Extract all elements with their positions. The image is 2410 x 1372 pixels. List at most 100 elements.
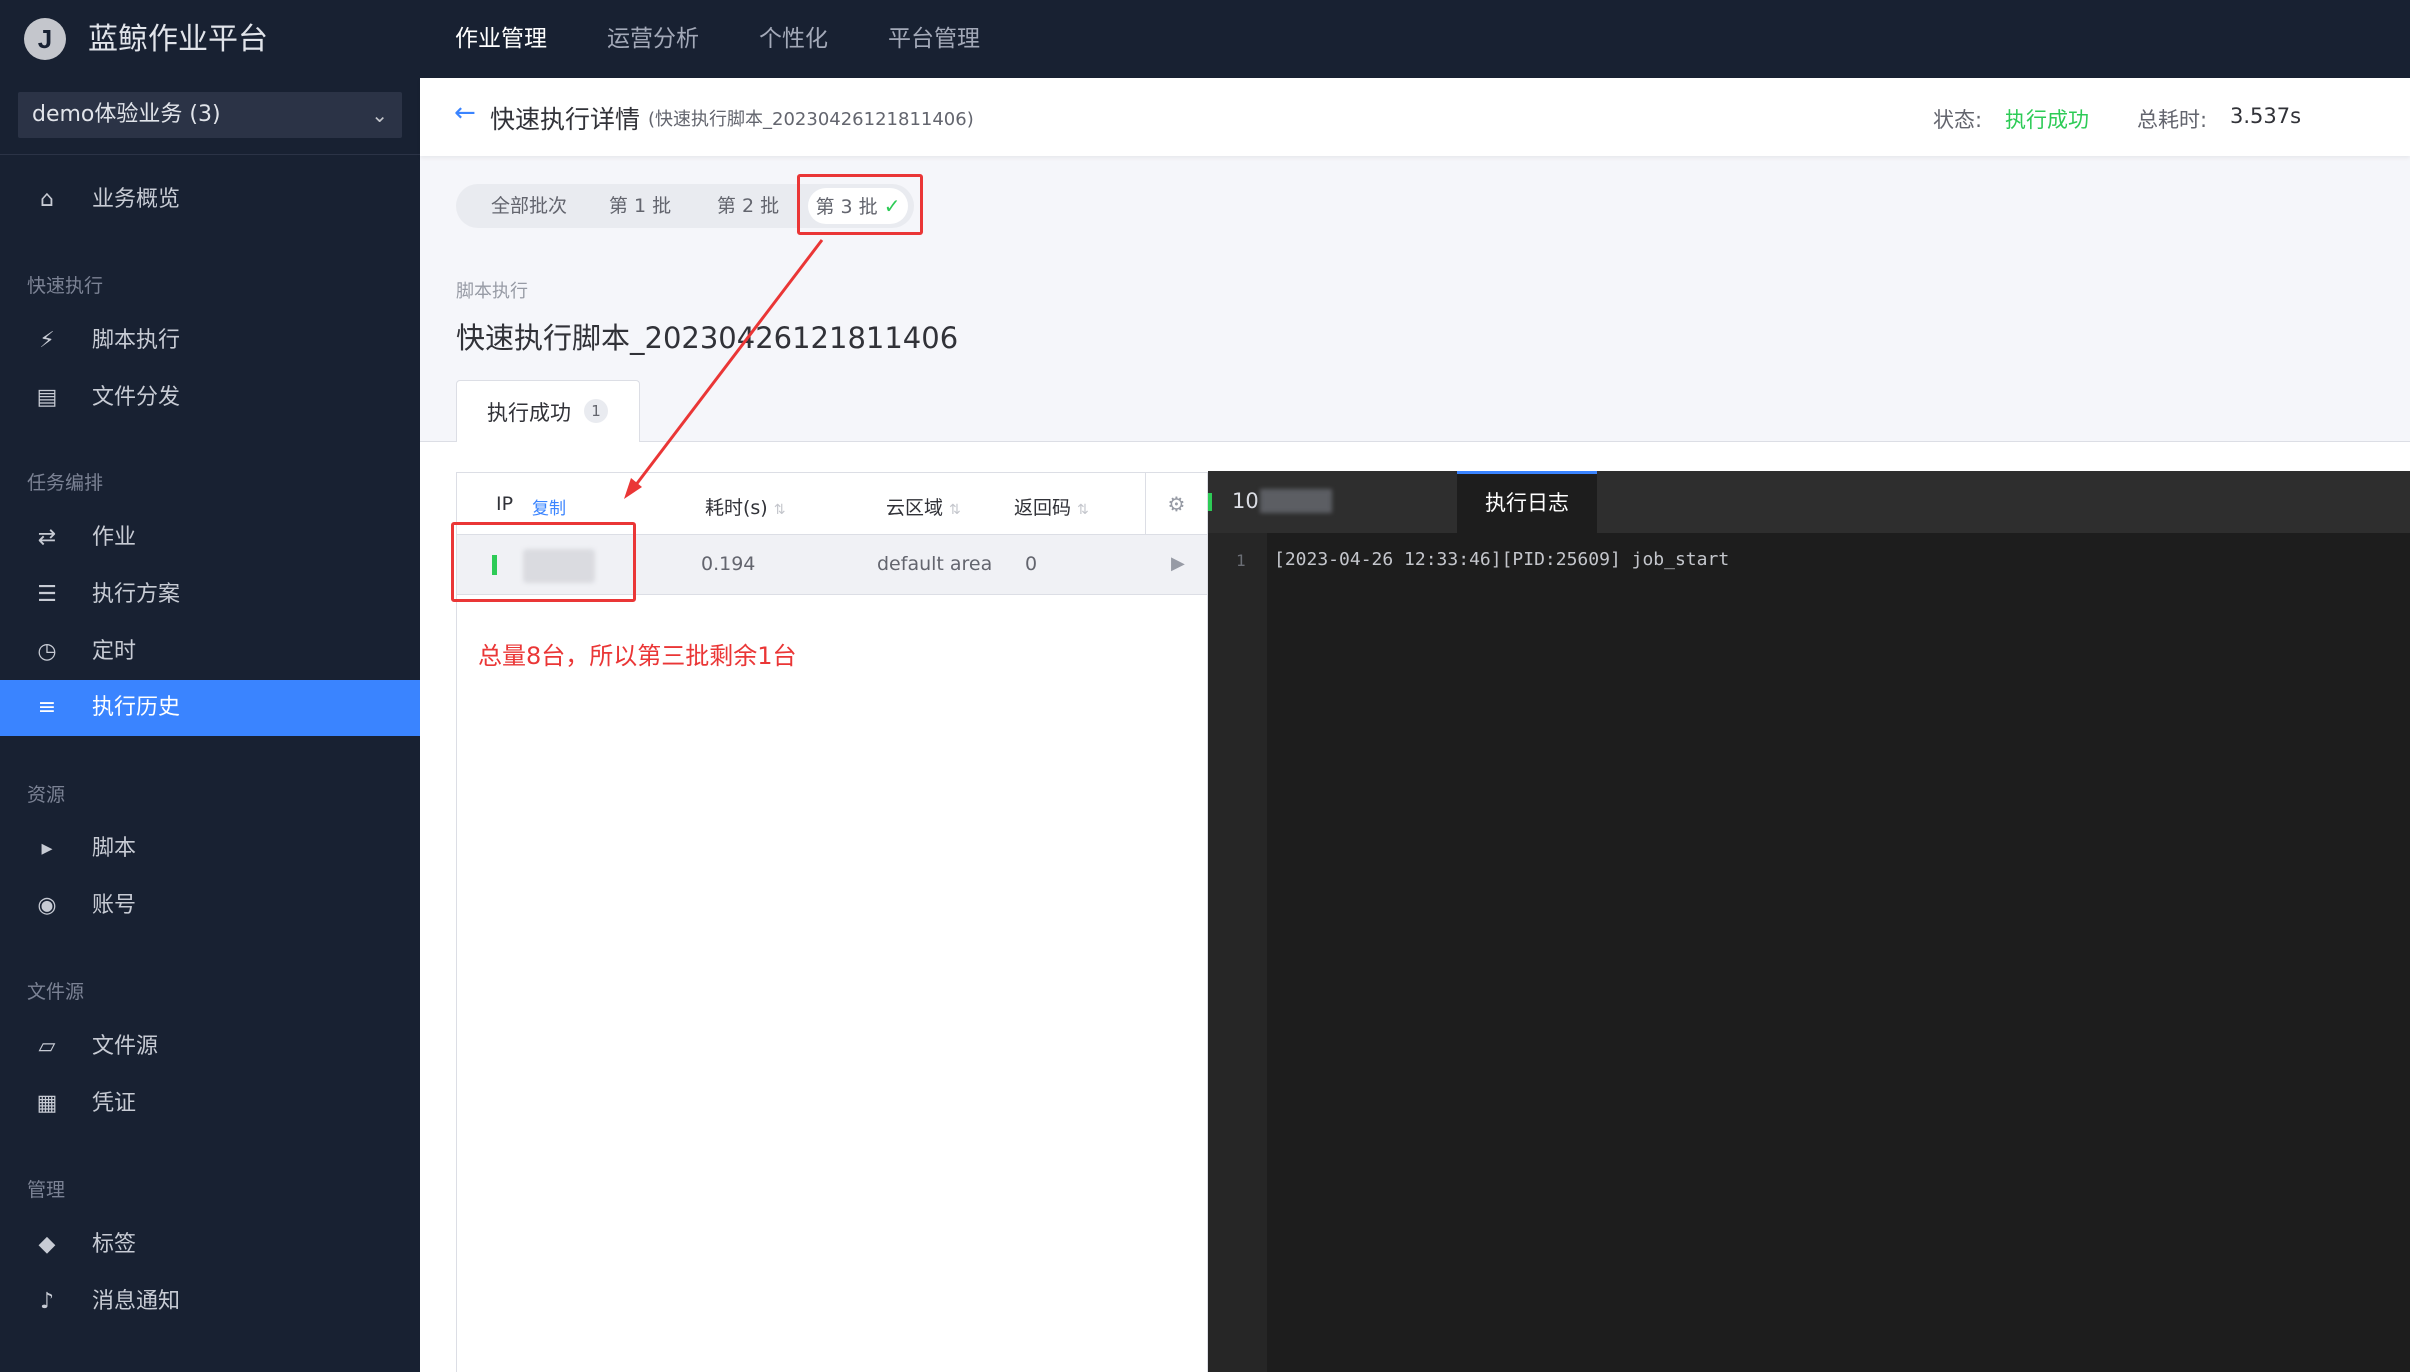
topnav-ops-analysis[interactable]: 运营分析 <box>607 0 699 78</box>
cell-code: 0 <box>1025 553 1038 575</box>
sidebar-item-tag[interactable]: ◆ 标签 <box>0 1217 420 1273</box>
total-cost-label: 总耗时: <box>2137 108 2208 132</box>
sort-icon: ⇅ <box>773 502 786 518</box>
col-cloud[interactable]: 云区域 ⇅ <box>886 493 961 520</box>
sort-icon: ⇅ <box>949 502 961 518</box>
col-cloud-label: 云区域 <box>886 497 944 519</box>
sidebar-item-label: 业务概览 <box>92 187 181 212</box>
line-gutter <box>1208 533 1267 1372</box>
sidebar-item-account[interactable]: ◉ 账号 <box>0 878 420 934</box>
col-cost-label: 耗时(s) <box>705 497 768 519</box>
business-select[interactable]: demo体验业务 (3) ⌄ <box>18 92 402 138</box>
script-name: 快速执行脚本_20230426121811406 <box>456 321 959 355</box>
top-bar: J 蓝鲸作业平台 作业管理 运营分析 个性化 平台管理 <box>0 0 2410 78</box>
back-arrow-icon[interactable]: ← <box>454 98 476 128</box>
topnav-job-manage[interactable]: 作业管理 <box>455 0 547 78</box>
plan-icon: ☰ <box>37 582 57 607</box>
top-nav: 作业管理 运营分析 个性化 平台管理 <box>455 0 1040 78</box>
sidebar-item-label: 消息通知 <box>92 1289 181 1314</box>
cell-cloud: default area <box>877 553 993 575</box>
status-label: 状态: <box>1933 108 1983 132</box>
host-table: IP 复制 耗时(s) ⇅ 云区域 ⇅ 返回码 ⇅ ⚙ 0.194 default a… <box>456 472 1208 1372</box>
sidebar-group-resource: 资源 <box>27 784 66 806</box>
sidebar-item-script-exec[interactable]: ⚡ 脚本执行 <box>0 313 420 369</box>
sidebar-item-notify[interactable]: ♪ 消息通知 <box>0 1274 420 1330</box>
history-icon: ≡ <box>37 695 57 720</box>
sidebar-item-file-source[interactable]: ▱ 文件源 <box>0 1019 420 1075</box>
sidebar-group-task: 任务编排 <box>27 472 104 494</box>
sidebar-item-cron[interactable]: ◷ 定时 <box>0 624 420 680</box>
batch-tab-all[interactable]: 全部批次 <box>476 184 582 228</box>
status-value: 执行成功 <box>2005 108 2089 132</box>
sidebar-item-label: 账号 <box>92 893 137 918</box>
sidebar-item-file-dist[interactable]: ▤ 文件分发 <box>0 370 420 426</box>
business-select-value: demo体验业务 (3) <box>32 102 221 127</box>
sidebar-item-label: 凭证 <box>92 1091 137 1116</box>
sidebar-item-history[interactable]: ≡ 执行历史 <box>0 680 420 736</box>
topnav-personalize[interactable]: 个性化 <box>759 0 828 78</box>
group-tab-count: 1 <box>584 399 608 423</box>
sidebar-item-label: 执行方案 <box>92 582 181 607</box>
topnav-platform-manage[interactable]: 平台管理 <box>888 0 980 78</box>
tag-icon: ◆ <box>38 1232 56 1257</box>
sidebar-item-label: 标签 <box>92 1232 137 1257</box>
clock-icon: ◷ <box>37 639 57 664</box>
credential-icon: ▦ <box>36 1091 58 1116</box>
bell-icon: ♪ <box>39 1289 55 1314</box>
folder-icon: ▱ <box>38 1034 56 1059</box>
col-cost[interactable]: 耗时(s) ⇅ <box>705 493 785 520</box>
sidebar-item-credential[interactable]: ▦ 凭证 <box>0 1076 420 1132</box>
app-title[interactable]: 蓝鲸作业平台 <box>88 22 268 58</box>
sidebar-item-label: 脚本 <box>92 836 137 861</box>
terminal-icon: ▸ <box>41 836 53 861</box>
total-cost-value: 3.537s <box>2230 104 2302 128</box>
gear-icon[interactable]: ⚙ <box>1145 473 1207 535</box>
file-icon: ▤ <box>36 385 58 410</box>
sidebar-item-script[interactable]: ▸ 脚本 <box>0 821 420 877</box>
col-ip: IP <box>496 493 514 515</box>
page-subtitle: (快速执行脚本_20230426121811406) <box>648 109 974 130</box>
section-label: 脚本执行 <box>456 281 528 302</box>
cell-cost: 0.194 <box>701 553 756 575</box>
sidebar-group-quick: 快速执行 <box>27 275 104 297</box>
log-ip-tab[interactable]: 10 <box>1232 489 1259 513</box>
log-tabs: 10 执行日志 <box>1208 471 2410 533</box>
line-number: 1 <box>1236 551 1246 570</box>
col-code-label: 返回码 <box>1014 497 1072 519</box>
user-icon: ◉ <box>37 893 57 918</box>
sidebar-group-manage: 管理 <box>27 1179 66 1201</box>
sidebar: demo体验业务 (3) ⌄ ⌂ 业务概览 快速执行 ⚡ 脚本执行 ▤ 文件分发… <box>0 78 420 1372</box>
sidebar-item-label: 执行历史 <box>92 695 181 720</box>
col-code[interactable]: 返回码 ⇅ <box>1014 493 1089 520</box>
ip-masked <box>1260 489 1332 513</box>
batch-tab-2[interactable]: 第 2 批 <box>706 184 790 228</box>
log-panel: 10 执行日志 1 [2023-04-26 12:33:46][PID:2560… <box>1208 471 2410 1372</box>
home-icon: ⌂ <box>40 187 54 212</box>
sidebar-item-label: 文件源 <box>92 1034 159 1059</box>
page-header: ← 快速执行详情 (快速执行脚本_20230426121811406) 状态: … <box>420 78 2410 156</box>
page-title: 快速执行详情 <box>490 105 641 134</box>
sidebar-item-overview[interactable]: ⌂ 业务概览 <box>0 172 420 228</box>
app-logo-icon[interactable]: J <box>24 18 66 60</box>
tab-exec-log[interactable]: 执行日志 <box>1457 471 1597 533</box>
play-icon[interactable]: ▶ <box>1171 553 1185 574</box>
chevron-down-icon: ⌄ <box>371 103 388 127</box>
lightning-icon: ⚡ <box>39 328 55 353</box>
sidebar-item-plan[interactable]: ☰ 执行方案 <box>0 567 420 623</box>
status-bar <box>1208 493 1212 511</box>
highlight-box-batch3 <box>797 174 923 235</box>
sidebar-item-label: 作业 <box>92 525 137 550</box>
group-tab-success[interactable]: 执行成功 1 <box>456 380 640 442</box>
sidebar-item-label: 文件分发 <box>92 385 181 410</box>
sidebar-item-label: 脚本执行 <box>92 328 181 353</box>
sidebar-group-filesource: 文件源 <box>27 981 85 1003</box>
sidebar-item-job[interactable]: ⇄ 作业 <box>0 510 420 566</box>
copy-ip-link[interactable]: 复制 <box>532 494 566 519</box>
job-icon: ⇄ <box>37 525 57 550</box>
batch-tab-1[interactable]: 第 1 批 <box>598 184 682 228</box>
highlight-box-ip <box>451 522 636 602</box>
sort-icon: ⇅ <box>1077 502 1089 518</box>
group-tab-label: 执行成功 <box>487 401 571 425</box>
log-line: [2023-04-26 12:33:46][PID:25609] job_sta… <box>1274 549 1730 570</box>
sidebar-item-label: 定时 <box>92 639 137 664</box>
